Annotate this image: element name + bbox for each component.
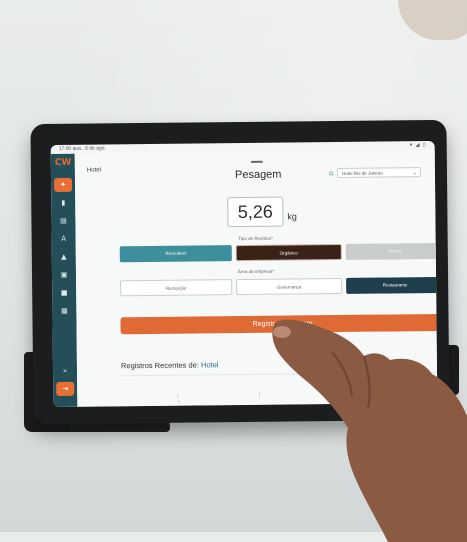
weight-display: 5,26	[227, 196, 284, 228]
weight-unit: kg	[287, 211, 297, 222]
drag-handle[interactable]	[250, 160, 263, 163]
building-icon: ▦	[61, 306, 68, 315]
scale-icon: ✦	[60, 180, 67, 189]
sidebar-item-text[interactable]: A	[55, 232, 73, 246]
hand-skin	[272, 319, 467, 542]
bag-icon: ▣	[60, 270, 68, 279]
fingernail	[273, 326, 291, 338]
area-restaurant-button[interactable]: Restaurante	[346, 276, 438, 294]
truck-icon: ■	[60, 288, 68, 297]
hotel-select[interactable]: Hotel Rio de Janeiro ⌄	[336, 167, 421, 179]
sidebar-item-chart[interactable]: ▮	[54, 196, 72, 210]
waste-type-organic-button[interactable]: Orgânico	[235, 243, 342, 262]
chart-icon: ▮	[61, 198, 66, 207]
chevron-down-icon: ⌄	[412, 170, 417, 177]
company-area-label: Área da empresa*	[237, 268, 275, 275]
hotel-select-value: Hotel Rio de Janeiro	[341, 170, 383, 176]
pointing-hand	[272, 319, 467, 542]
status-time-date: 17:00 qua., 6 de ago.	[58, 145, 106, 152]
sidebar-item-scale[interactable]: ✦	[53, 177, 73, 192]
hotel-icon: ⌂	[328, 169, 334, 178]
logout-icon: ⇥	[62, 384, 69, 393]
recent-records-heading[interactable]: Registros Recentes de: Hotel	[121, 360, 219, 370]
sidebar-expand-button[interactable]: »	[56, 364, 74, 378]
recent-records-prefix: Registros Recentes de:	[120, 360, 199, 371]
area-reception-button[interactable]: Recepção	[120, 279, 233, 297]
logout-button[interactable]: ⇥	[56, 381, 75, 396]
sidebar-item-flask[interactable]: ▲	[55, 250, 73, 264]
breadcrumb[interactable]: Hotel	[87, 167, 101, 173]
status-indicators: ▾ ◢ ▯	[409, 142, 427, 149]
double-chevron-right-icon: »	[62, 366, 68, 375]
document-icon: ▤	[60, 216, 67, 225]
area-housekeeping-button[interactable]: Governança	[236, 277, 343, 296]
text-icon: A	[61, 234, 67, 243]
waste-type-recyclable-button[interactable]: Reciclável	[119, 245, 232, 263]
flask-icon: ▲	[61, 252, 67, 261]
waste-type-reject-button[interactable]: Rejeito	[345, 242, 438, 260]
recent-records-place: Hotel	[200, 360, 219, 370]
page-title: Pesagem	[234, 168, 282, 182]
waste-type-label: Tipo de Resíduo*	[238, 235, 273, 242]
sidebar: CW ✦ ▮ ▤ A ▲ ▣ ■ ▦ » ⇥	[50, 153, 78, 408]
sidebar-item-document[interactable]: ▤	[54, 214, 72, 228]
sidebar-item-building[interactable]: ▦	[55, 304, 73, 318]
cw-logo[interactable]: CW	[55, 158, 72, 168]
sidebar-item-bag[interactable]: ▣	[55, 268, 73, 282]
sidebar-item-truck[interactable]: ■	[55, 286, 73, 300]
